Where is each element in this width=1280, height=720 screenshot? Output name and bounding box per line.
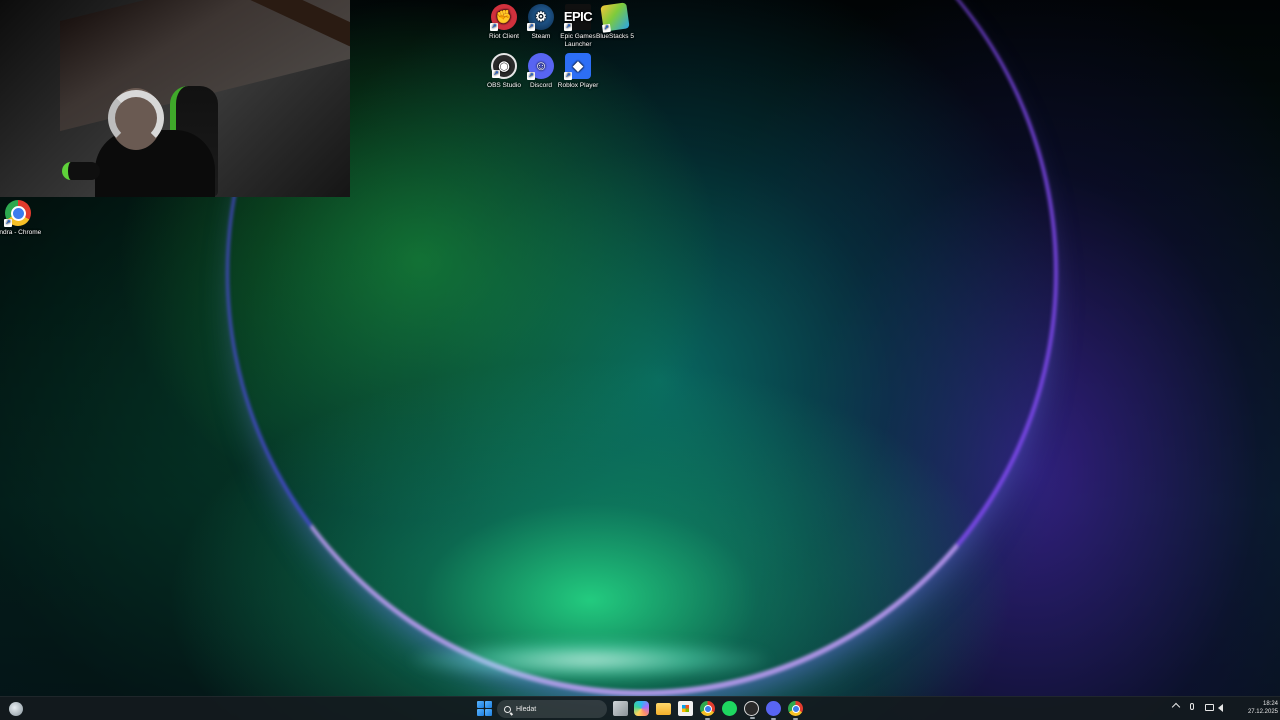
bluestacks-icon: ↗ [600,2,630,33]
taskbar-search-box[interactable]: Hledat [497,700,607,718]
roblox-icon: ◆ ↗ [564,53,591,80]
desktop-icon-label: BlueStacks 5 [596,33,634,40]
chrome-taskbar-icon[interactable] [700,701,715,720]
start-logo-tile [485,701,492,708]
obs-studio-icon: ◉ ↗ [491,53,517,79]
start-button[interactable] [477,701,492,716]
chrome-profile-taskbar-icon[interactable] [788,701,803,720]
system-tray: 18:24 27.12.2025 [1170,697,1280,720]
riot-client-taskbar-icon[interactable] [744,701,759,719]
search-placeholder: Hledat [516,705,537,713]
microphone-icon[interactable] [1190,703,1194,710]
desktop-icon-label: Roblox Player [557,82,599,89]
desktop-icon-bluestacks[interactable]: ↗ BlueStacks 5 [591,2,639,41]
shortcut-arrow-icon: ↗ [492,70,500,78]
discord-icon: ☺ ↗ [527,53,554,80]
start-logo-tile [477,709,484,716]
shortcut-arrow-icon: ↗ [564,23,572,31]
network-icon[interactable] [1205,704,1214,711]
volume-icon[interactable] [1218,704,1223,712]
start-logo-tile [477,701,484,708]
clock-time: 18:24 [1262,701,1278,707]
webcam-overlay [0,0,350,197]
spotify-taskbar-icon[interactable] [722,701,737,716]
wallpaper-orb-glow [410,640,770,680]
shortcut-arrow-icon: ↗ [527,23,535,31]
shortcut-arrow-icon: ↗ [490,23,498,31]
clock[interactable]: 18:24 27.12.2025 [1228,700,1278,716]
clock-date: 27.12.2025 [1247,709,1278,715]
taskbar: Hledat 18:24 27.12.2025 [0,696,1280,720]
desktop-icon-label: Jindra - Chrome [0,229,42,236]
file-explorer-taskbar-icon[interactable] [656,703,671,715]
webcam-headset [108,90,164,146]
weather-widget-icon[interactable] [9,702,23,716]
desktop-icon-chrome-profile[interactable]: ↗ Jindra - Chrome [0,198,42,237]
chrome-profile-icon: ↗ [4,200,31,227]
copilot-taskbar-icon[interactable] [634,701,649,716]
shortcut-arrow-icon: ↗ [564,72,572,80]
task-view-button[interactable] [613,701,628,716]
shortcut-arrow-icon: ↗ [601,23,612,33]
discord-taskbar-icon[interactable] [766,701,781,720]
shortcut-arrow-icon: ↗ [527,72,535,80]
shortcut-arrow-icon: ↗ [4,219,12,227]
search-icon [504,705,511,713]
steam-icon: ⚙ ↗ [527,4,554,31]
webcam-microphone [62,162,100,180]
desktop-icon-roblox-player[interactable]: ◆ ↗ Roblox Player [554,51,602,90]
start-logo-tile [485,709,492,716]
microsoft-store-taskbar-icon[interactable] [678,701,693,716]
show-hidden-icons-chevron-icon[interactable] [1171,702,1181,712]
riot-client-icon: ✊ ↗ [490,4,517,31]
epic-games-icon: EPIC ↗ [564,4,593,31]
